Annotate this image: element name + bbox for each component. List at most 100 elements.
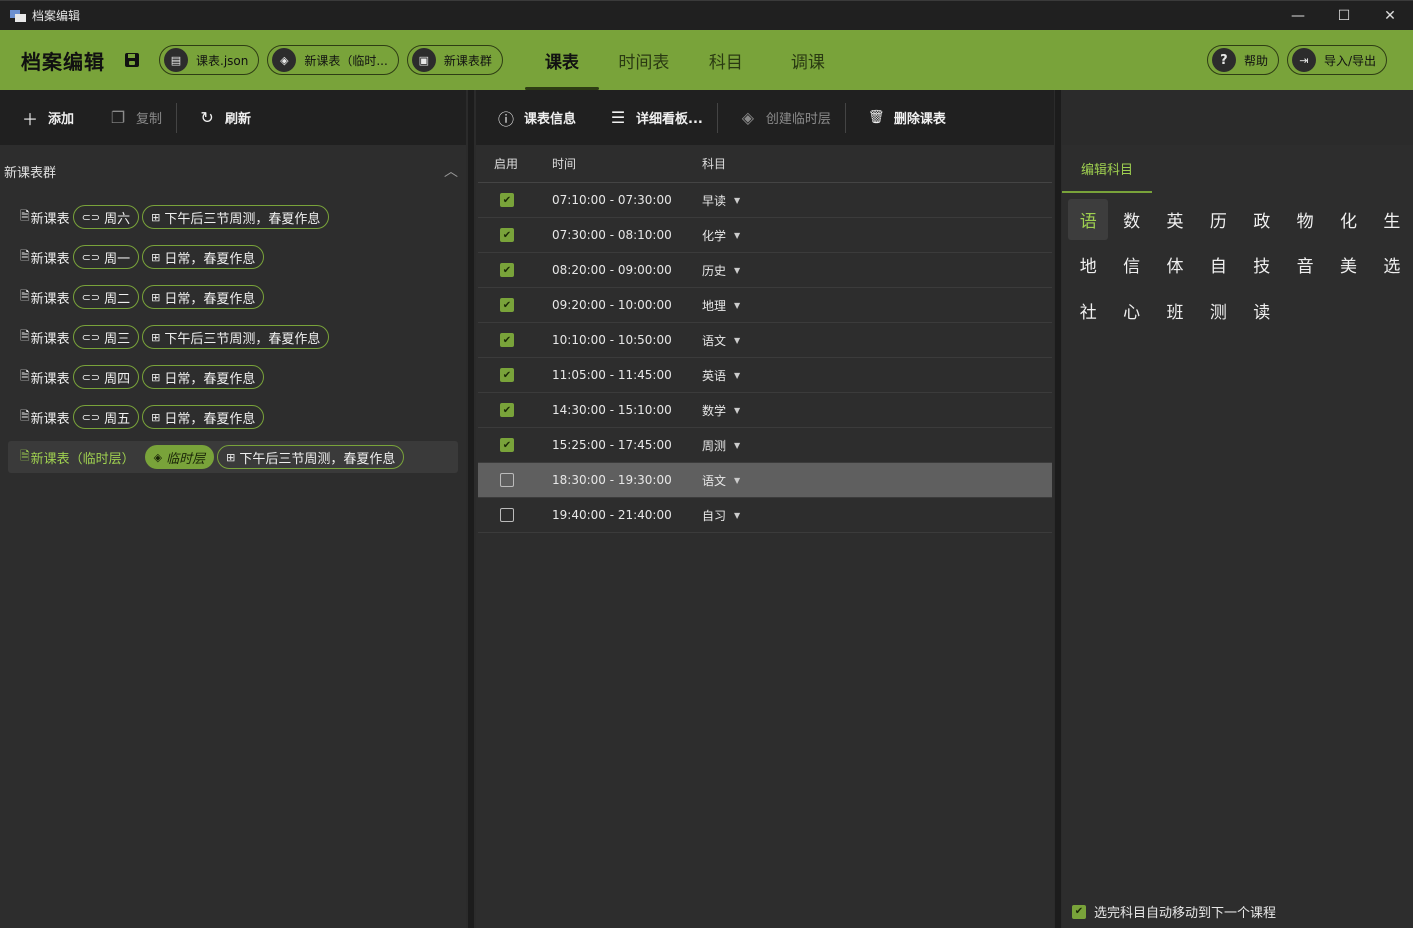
tab-edit-subject[interactable]: 编辑科目	[1062, 145, 1152, 193]
list-item[interactable]: 🗎 新课表 ⊂⊃ 周一 ⊞ 日常，春夏作息	[0, 237, 466, 277]
minimize-button[interactable]: —	[1275, 1, 1321, 31]
enabled-checkbox[interactable]: ✔	[500, 438, 514, 452]
app-header: 档案编辑 ▤ 课表.json ◈ 新课表（临时... ▣ 新课表群 课表 时间表…	[0, 30, 1413, 90]
subject-button[interactable]: 班	[1155, 290, 1195, 331]
weekday-icon: ⊂⊃	[81, 250, 101, 264]
subject-button[interactable]: 地	[1068, 245, 1108, 286]
table-row[interactable]: ✔ 11:05:00 - 11:45:00 英语 ▼	[478, 358, 1052, 393]
day-chip: ⊂⊃ 周二	[72, 285, 140, 309]
subject-dropdown[interactable]: 化学 ▼	[702, 227, 740, 244]
enabled-checkbox[interactable]: ✔	[500, 403, 514, 417]
splitter-left[interactable]	[468, 90, 474, 928]
timetable-chip: ⊞ 日常，春夏作息	[142, 285, 265, 309]
splitter-right[interactable]	[1055, 90, 1061, 928]
page-title: 档案编辑	[21, 49, 105, 74]
create-temp-layer-button[interactable]: ◈ 创建临时层	[718, 90, 845, 145]
detail-board-button[interactable]: ☰ 详细看板...	[590, 90, 717, 145]
caret-down-icon: ▼	[734, 195, 741, 205]
subject-button[interactable]: 英	[1155, 199, 1195, 240]
list-item[interactable]: 🗎 新课表 ⊂⊃ 周六 ⊞ 下午后三节周测，春夏作息	[0, 197, 466, 237]
save-icon[interactable]	[125, 53, 139, 67]
auto-move-option[interactable]: ✔ 选完科目自动移动到下一个课程	[1072, 902, 1276, 921]
refresh-button[interactable]: ↻ 刷新	[177, 90, 265, 145]
import-export-button[interactable]: ⇥ 导入/导出	[1286, 45, 1387, 75]
list-item[interactable]: 🗎 新课表 ⊂⊃ 周二 ⊞ 日常，春夏作息	[0, 277, 466, 317]
subject-button[interactable]: 读	[1242, 290, 1282, 331]
tab-swap[interactable]: 调课	[767, 30, 849, 90]
subject-button[interactable]: 政	[1242, 199, 1282, 240]
time-cell: 10:10:00 - 10:50:00	[552, 333, 672, 347]
file-pill[interactable]: ▤ 课表.json	[159, 45, 260, 75]
copy-button[interactable]: ❐ 复制	[88, 90, 176, 145]
subject-dropdown[interactable]: 语文 ▼	[702, 332, 740, 349]
class-plan-list: 新课表群 ︿ 🗎 新课表 ⊂⊃ 周六 ⊞ 下午后三节周测，春夏作息 🗎 新课表 ⊂⊃…	[0, 145, 466, 928]
enabled-checkbox[interactable]: ✔	[500, 333, 514, 347]
auto-move-checkbox[interactable]: ✔	[1072, 904, 1086, 919]
add-button[interactable]: ＋ 添加	[0, 90, 88, 145]
import-export-label: 导入/导出	[1323, 53, 1376, 68]
table-row[interactable]: ✔ 07:30:00 - 08:10:00 化学 ▼	[478, 218, 1052, 253]
table-row[interactable]: ✔ 09:20:00 - 10:00:00 地理 ▼	[478, 288, 1052, 323]
list-item-selected[interactable]: 🗎 新课表（临时层） ◈ 临时层 ⊞ 下午后三节周测，春夏作息	[8, 441, 458, 473]
list-item[interactable]: 🗎 新课表 ⊂⊃ 周五 ⊞ 日常，春夏作息	[0, 397, 466, 437]
list-item[interactable]: 🗎 新课表 ⊂⊃ 周三 ⊞ 下午后三节周测，春夏作息	[0, 317, 466, 357]
close-button[interactable]: ✕	[1367, 1, 1413, 31]
delete-class-plan-button[interactable]: 🗑 删除课表	[846, 90, 960, 145]
subject-button[interactable]: 语	[1068, 199, 1109, 240]
enabled-checkbox[interactable]	[500, 473, 514, 487]
enabled-checkbox[interactable]: ✔	[500, 298, 514, 312]
maximize-button[interactable]: ☐	[1321, 1, 1367, 31]
table-row[interactable]: ✔ 08:20:00 - 09:00:00 历史 ▼	[478, 253, 1052, 288]
subject-button[interactable]: 化	[1328, 199, 1368, 240]
enabled-checkbox[interactable]: ✔	[500, 263, 514, 277]
table-row[interactable]: ✔ 10:10:00 - 10:50:00 语文 ▼	[478, 323, 1052, 358]
help-button[interactable]: ? 帮助	[1206, 45, 1279, 75]
subject-button[interactable]: 物	[1285, 199, 1325, 240]
subject-dropdown[interactable]: 英语 ▼	[702, 367, 740, 384]
subject-button[interactable]: 美	[1328, 245, 1368, 286]
subject-button[interactable]: 数	[1111, 199, 1151, 240]
subject-dropdown[interactable]: 语文 ▼	[702, 472, 740, 489]
day-chip: ⊂⊃ 周一	[72, 245, 140, 269]
subject-button[interactable]: 体	[1155, 245, 1195, 286]
table-row[interactable]: ✔ 07:10:00 - 07:30:00 早读 ▼	[478, 183, 1052, 218]
table-row[interactable]: 19:40:00 - 21:40:00 自习 ▼	[478, 498, 1052, 533]
subject-button[interactable]: 心	[1111, 290, 1151, 331]
enabled-checkbox[interactable]	[500, 508, 514, 522]
subject-dropdown[interactable]: 数学 ▼	[702, 402, 740, 419]
subject-dropdown[interactable]: 早读 ▼	[702, 192, 740, 209]
subject-value: 早读	[702, 193, 727, 208]
layer-pill[interactable]: ◈ 新课表（临时...	[267, 45, 399, 75]
subject-dropdown[interactable]: 地理 ▼	[702, 297, 740, 314]
subject-button[interactable]: 技	[1242, 245, 1282, 286]
subject-button[interactable]: 生	[1372, 199, 1412, 240]
subject-dropdown[interactable]: 历史 ▼	[702, 262, 740, 279]
timetable-icon: ⊞	[151, 210, 161, 224]
tab-timetable[interactable]: 时间表	[603, 30, 685, 90]
tab-subjects[interactable]: 科目	[685, 30, 767, 90]
subject-button[interactable]: 音	[1285, 245, 1325, 286]
timetable-icon: ⊞	[151, 290, 161, 304]
subject-button[interactable]: 测	[1198, 290, 1238, 331]
group-header[interactable]: 新课表群 ︿	[0, 145, 466, 197]
subject-button[interactable]: 社	[1068, 290, 1108, 331]
class-plan-info-button[interactable]: ⓘ 课表信息	[476, 90, 590, 145]
chevron-up-icon[interactable]: ︿	[444, 161, 458, 181]
subject-button[interactable]: 选	[1372, 245, 1412, 286]
enabled-checkbox[interactable]: ✔	[500, 368, 514, 382]
caret-down-icon: ▼	[734, 510, 741, 520]
subject-dropdown[interactable]: 周测 ▼	[702, 437, 740, 454]
tab-class-plan[interactable]: 课表	[521, 30, 603, 90]
subject-button[interactable]: 自	[1198, 245, 1238, 286]
time-cell: 07:30:00 - 08:10:00	[552, 228, 672, 242]
subject-button[interactable]: 历	[1198, 199, 1238, 240]
list-item[interactable]: 🗎 新课表 ⊂⊃ 周四 ⊞ 日常，春夏作息	[0, 357, 466, 397]
enabled-checkbox[interactable]: ✔	[500, 228, 514, 242]
table-row[interactable]: 18:30:00 - 19:30:00 语文 ▼	[478, 463, 1052, 498]
enabled-checkbox[interactable]: ✔	[500, 193, 514, 207]
subject-button[interactable]: 信	[1111, 245, 1151, 286]
group-pill[interactable]: ▣ 新课表群	[406, 45, 503, 75]
table-row[interactable]: ✔ 15:25:00 - 17:45:00 周测 ▼	[478, 428, 1052, 463]
subject-dropdown[interactable]: 自习 ▼	[702, 507, 740, 524]
table-row[interactable]: ✔ 14:30:00 - 15:10:00 数学 ▼	[478, 393, 1052, 428]
